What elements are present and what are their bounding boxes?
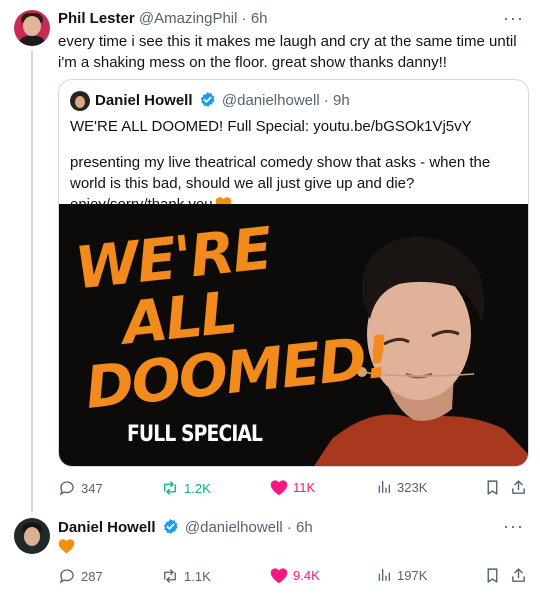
reply-header: Daniel Howell @danielhowell · 6h <box>58 519 313 536</box>
repost-button[interactable]: 1.2K <box>161 479 211 497</box>
reply-icon <box>59 481 74 496</box>
video-thumbnail[interactable]: WE'RE ALL DOOMED! FULL SPECIAL <box>59 204 528 466</box>
author-handle[interactable]: @AmazingPhil <box>139 10 238 27</box>
like-icon <box>270 480 288 496</box>
quoted-header: Daniel Howell @danielhowell · 9h <box>95 92 350 109</box>
author-name[interactable]: Phil Lester <box>58 10 135 27</box>
reply-time[interactable]: 6h <box>296 519 313 536</box>
share-button[interactable] <box>510 479 527 496</box>
repost-count: 1.1K <box>184 568 211 584</box>
special-title: WE'RE ALL DOOMED! <box>70 214 393 422</box>
post-time[interactable]: 6h <box>251 10 268 27</box>
views-button[interactable]: 323K <box>376 479 427 495</box>
orange-heart-icon <box>58 539 75 554</box>
like-button[interactable]: 9.4K <box>270 567 320 584</box>
quoted-author-name: Daniel Howell <box>95 92 193 109</box>
verified-icon <box>163 519 178 534</box>
reply-icon <box>59 569 74 584</box>
bookmark-button[interactable] <box>484 479 501 496</box>
thread-line <box>31 50 33 512</box>
reply-count: 287 <box>81 568 103 584</box>
reply-more-options-button[interactable]: ··· <box>503 516 524 537</box>
post-text: every time i see this it makes me laugh … <box>58 33 517 71</box>
repost-icon <box>164 481 176 495</box>
quoted-post[interactable]: Daniel Howell @danielhowell · 9h WE'RE A… <box>58 79 529 467</box>
quoted-avatar <box>70 91 90 111</box>
like-button[interactable]: 11K <box>270 479 315 496</box>
reply-button[interactable]: 287 <box>58 567 103 585</box>
reply-text <box>58 538 75 559</box>
quoted-time: 9h <box>333 92 350 109</box>
views-button[interactable]: 197K <box>376 567 427 583</box>
repost-icon <box>164 569 176 583</box>
views-icon <box>378 569 390 581</box>
bookmark-icon <box>487 568 498 583</box>
post-header: Phil Lester @AmazingPhil · 6h <box>58 10 268 27</box>
reply-action-bar: 287 1.1K 9.4K 197K <box>58 567 528 587</box>
share-button[interactable] <box>510 567 527 584</box>
share-icon <box>512 480 525 494</box>
share-icon <box>512 568 525 582</box>
verified-icon <box>200 92 215 107</box>
reply-author-name[interactable]: Daniel Howell <box>58 519 156 536</box>
reply-handle[interactable]: @danielhowell <box>185 519 283 536</box>
bookmark-button[interactable] <box>484 567 501 584</box>
quoted-text-line1: WE'RE ALL DOOMED! Full Special: youtu.be… <box>70 118 472 135</box>
views-icon <box>378 481 390 493</box>
like-count: 11K <box>293 480 316 495</box>
special-subtitle: FULL SPECIAL <box>127 422 263 447</box>
reply-button[interactable]: 347 <box>58 479 103 497</box>
repost-count: 1.2K <box>184 480 211 496</box>
reply-count: 347 <box>81 480 103 496</box>
repost-button[interactable]: 1.1K <box>161 567 211 585</box>
quoted-handle: @danielhowell <box>221 92 320 109</box>
reply-avatar[interactable] <box>14 518 50 554</box>
like-icon <box>270 568 288 584</box>
more-options-button[interactable]: ··· <box>503 8 524 29</box>
avatar[interactable] <box>14 10 50 46</box>
bookmark-icon <box>487 480 498 495</box>
views-count: 323K <box>397 479 428 495</box>
like-count: 9.4K <box>293 568 320 583</box>
views-count: 197K <box>397 567 428 583</box>
post-action-bar: 347 1.2K 11K 323K <box>58 479 528 499</box>
